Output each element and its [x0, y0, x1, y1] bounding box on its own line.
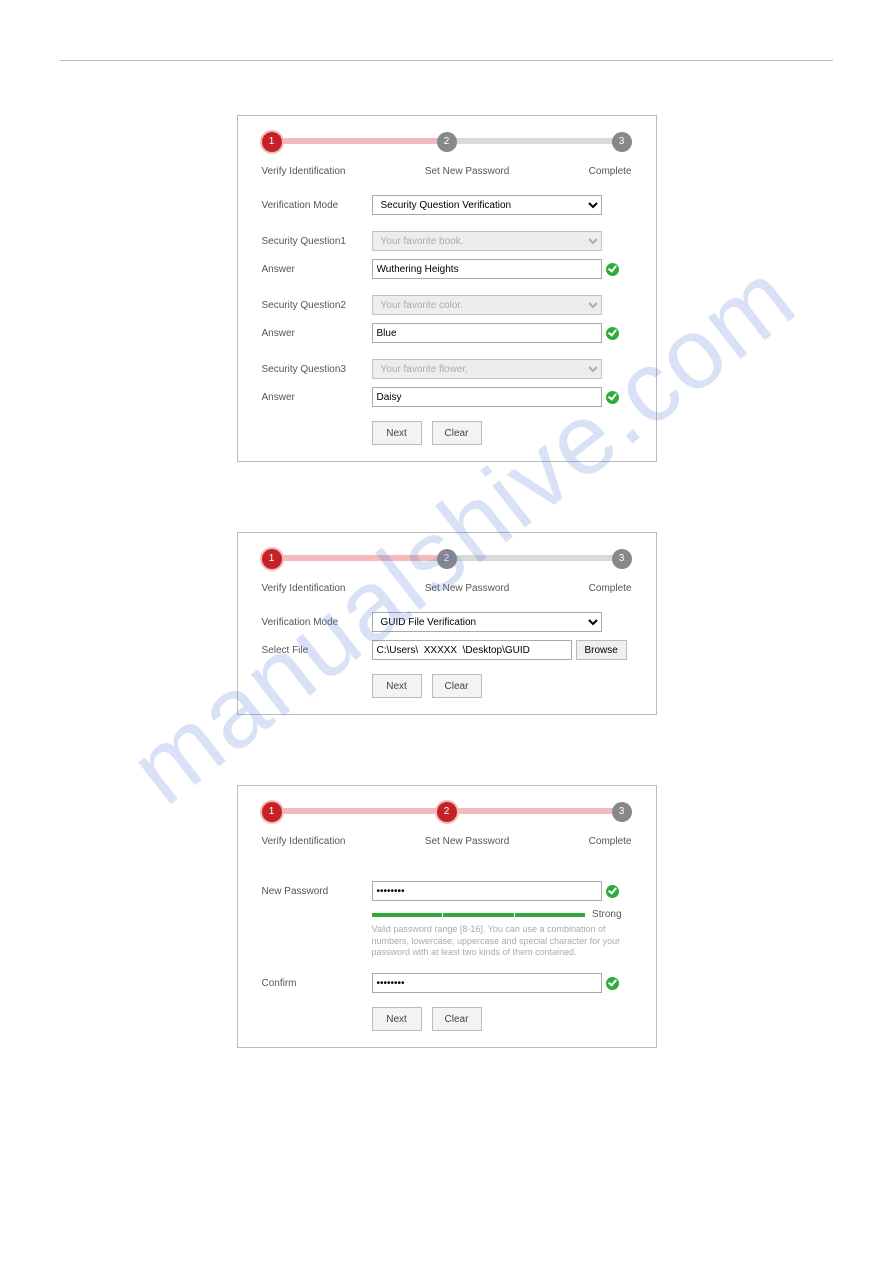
answer1-label: Answer [262, 264, 372, 275]
clear-button[interactable]: Clear [432, 1007, 482, 1031]
security-q2-label: Security Question2 [262, 300, 372, 311]
stepper-fill [272, 138, 447, 144]
step-2-dot: 2 [437, 802, 457, 822]
strength-label: Strong [592, 909, 621, 920]
next-button[interactable]: Next [372, 674, 422, 698]
new-password-input[interactable] [372, 881, 602, 901]
check-icon [606, 977, 619, 990]
step-2-dot: 2 [437, 132, 457, 152]
answer2-input[interactable] [372, 323, 602, 343]
step-labels: Verify Identification Set New Password C… [262, 166, 632, 177]
step-3-dot: 3 [612, 549, 632, 569]
step-label-complete: Complete [589, 166, 632, 177]
step-label-complete: Complete [589, 836, 632, 847]
step-1-dot: 1 [262, 802, 282, 822]
step-1-dot: 1 [262, 132, 282, 152]
strength-bar-1 [372, 913, 443, 917]
check-icon [606, 263, 619, 276]
clear-button[interactable]: Clear [432, 421, 482, 445]
security-q1-label: Security Question1 [262, 236, 372, 247]
next-button[interactable]: Next [372, 421, 422, 445]
verification-mode-label: Verification Mode [262, 617, 372, 628]
step-label-verify: Verify Identification [262, 836, 346, 847]
browse-button[interactable]: Browse [576, 640, 627, 660]
verification-mode-select[interactable]: Security Question Verification [372, 195, 602, 215]
confirm-label: Confirm [262, 978, 372, 989]
check-icon [606, 391, 619, 404]
step-labels: Verify Identification Set New Password C… [262, 583, 632, 594]
page-divider [60, 60, 833, 61]
step-1-dot: 1 [262, 549, 282, 569]
new-password-label: New Password [262, 886, 372, 897]
security-q2-select: Your favorite color. [372, 295, 602, 315]
step-2-dot: 2 [437, 549, 457, 569]
strength-bar-2 [443, 913, 514, 917]
file-path-input[interactable] [372, 640, 572, 660]
answer3-input[interactable] [372, 387, 602, 407]
answer1-input[interactable] [372, 259, 602, 279]
clear-button[interactable]: Clear [432, 674, 482, 698]
step-label-setpw: Set New Password [425, 583, 509, 594]
check-icon [606, 885, 619, 898]
check-icon [606, 327, 619, 340]
select-file-label: Select File [262, 645, 372, 656]
strength-bar-3 [515, 913, 586, 917]
step-3-dot: 3 [612, 132, 632, 152]
stepper: 1 2 3 [262, 132, 632, 152]
step-3-dot: 3 [612, 802, 632, 822]
answer3-label: Answer [262, 392, 372, 403]
step-label-complete: Complete [589, 583, 632, 594]
panel-security-question: 1 2 3 Verify Identification Set New Pass… [237, 115, 657, 462]
answer2-label: Answer [262, 328, 372, 339]
step-label-verify: Verify Identification [262, 166, 346, 177]
verification-mode-select[interactable]: GUID File Verification [372, 612, 602, 632]
security-q3-select: Your favorite flower. [372, 359, 602, 379]
verification-mode-label: Verification Mode [262, 200, 372, 211]
stepper: 1 2 3 [262, 802, 632, 822]
password-strength-meter: Strong [372, 909, 622, 920]
step-label-setpw: Set New Password [425, 166, 509, 177]
step-label-setpw: Set New Password [425, 836, 509, 847]
stepper-fill [272, 555, 447, 561]
step-label-verify: Verify Identification [262, 583, 346, 594]
security-q1-select: Your favorite book. [372, 231, 602, 251]
confirm-password-input[interactable] [372, 973, 602, 993]
next-button[interactable]: Next [372, 1007, 422, 1031]
security-q3-label: Security Question3 [262, 364, 372, 375]
panel-set-password: 1 2 3 Verify Identification Set New Pass… [237, 785, 657, 1048]
password-hint: Valid password range [8-16]. You can use… [372, 924, 622, 959]
stepper: 1 2 3 [262, 549, 632, 569]
panel-guid-file: 1 2 3 Verify Identification Set New Pass… [237, 532, 657, 715]
step-labels: Verify Identification Set New Password C… [262, 836, 632, 847]
